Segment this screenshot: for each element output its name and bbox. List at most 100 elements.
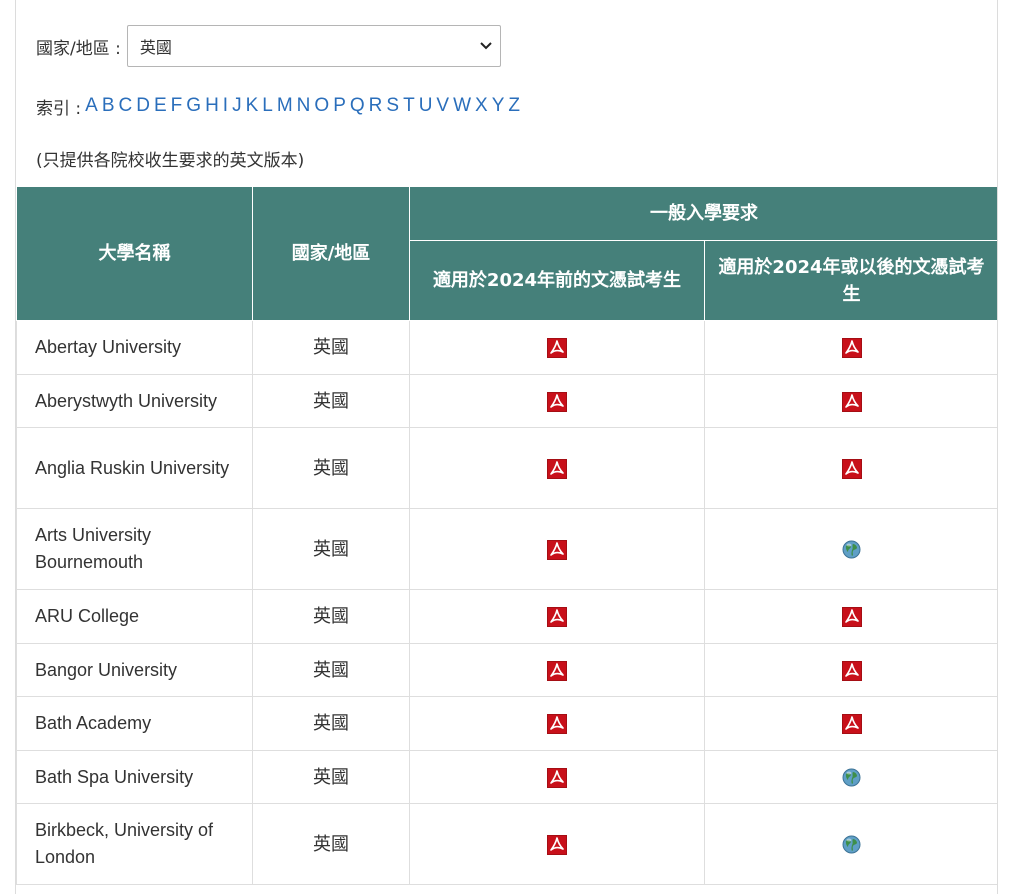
pdf-icon[interactable] <box>547 767 567 788</box>
requirement-before-2024 <box>409 803 705 885</box>
requirement-before-2024 <box>409 589 705 644</box>
pdf-icon[interactable] <box>547 458 567 479</box>
header-country: 國家/地區 <box>252 186 410 321</box>
requirement-from-2024 <box>704 750 997 804</box>
index-letter-link[interactable]: O <box>314 95 329 117</box>
country-select-value: 英國 <box>139 38 172 57</box>
index-letter-link[interactable]: U <box>419 95 433 117</box>
index-letter-link[interactable]: V <box>436 95 449 117</box>
index-letter-link[interactable]: T <box>403 95 415 117</box>
university-name: Bangor University <box>16 643 253 697</box>
index-letter-link[interactable]: Z <box>508 95 520 117</box>
header-university-name: 大學名稱 <box>16 186 253 321</box>
university-country: 英國 <box>252 374 410 428</box>
index-letter-link[interactable]: Q <box>350 95 365 117</box>
university-country: 英國 <box>252 508 410 590</box>
requirement-before-2024 <box>409 696 705 751</box>
requirement-from-2024 <box>704 427 997 509</box>
university-name: Bath Academy <box>16 696 253 751</box>
pdf-icon[interactable] <box>841 714 862 735</box>
globe-icon[interactable] <box>842 540 861 559</box>
university-name: Abertay University <box>16 320 253 375</box>
university-country: 英國 <box>252 427 410 509</box>
pdf-icon[interactable] <box>841 391 862 412</box>
index-letter-link[interactable]: D <box>136 95 150 117</box>
requirement-before-2024 <box>409 643 705 697</box>
index-letter-link[interactable]: B <box>102 95 115 117</box>
index-letter-link[interactable]: J <box>232 95 242 117</box>
pdf-icon[interactable] <box>547 834 567 855</box>
pdf-icon[interactable] <box>841 607 862 628</box>
index-letter-link[interactable]: X <box>475 95 488 117</box>
index-letter-link[interactable]: K <box>246 95 259 117</box>
pdf-icon[interactable] <box>547 539 567 560</box>
university-country: 英國 <box>252 803 410 885</box>
requirement-from-2024 <box>704 374 997 428</box>
chevron-down-icon <box>480 42 492 50</box>
country-filter-label: 國家/地區 : <box>36 38 121 59</box>
requirement-from-2024 <box>704 803 997 885</box>
globe-icon[interactable] <box>842 835 861 854</box>
requirement-from-2024 <box>704 589 997 644</box>
table-row: Anglia Ruskin University 英國 <box>16 427 997 509</box>
index-letter-link[interactable]: S <box>386 95 399 117</box>
table-row: Arts University Bournemouth 英國 <box>16 508 997 590</box>
table-row: ARU College 英國 <box>16 589 997 644</box>
requirement-before-2024 <box>409 750 705 804</box>
pdf-icon[interactable] <box>547 660 567 681</box>
header-from-2024: 適用於2024年或以後的文憑試考生 <box>704 240 997 321</box>
index-letter-link[interactable]: Y <box>492 95 505 117</box>
index-letter-link[interactable]: A <box>85 95 98 117</box>
table-row: Bath Academy 英國 <box>16 696 997 751</box>
requirement-from-2024 <box>704 696 997 751</box>
country-filter: 國家/地區 : 英國 <box>36 25 501 67</box>
index-letter-link[interactable]: G <box>186 95 201 117</box>
header-before-2024: 適用於2024年前的文憑試考生 <box>409 240 705 321</box>
pdf-icon[interactable] <box>547 338 567 359</box>
index-letter-link[interactable]: C <box>119 95 133 117</box>
university-country: 英國 <box>252 696 410 751</box>
alphabet-index: 索引 : ABCDEFGHIJKLMNOPQRSTUVWXYZ <box>36 92 524 120</box>
pdf-icon[interactable] <box>547 607 567 628</box>
table-row: Bath Spa University 英國 <box>16 750 997 804</box>
index-letter-link[interactable]: I <box>223 95 228 117</box>
index-letter-link[interactable]: P <box>333 95 346 117</box>
pdf-icon[interactable] <box>841 458 862 479</box>
index-letter-link[interactable]: M <box>277 95 293 117</box>
requirement-before-2024 <box>409 374 705 428</box>
university-name: Arts University Bournemouth <box>16 508 253 590</box>
index-letter-link[interactable]: N <box>297 95 311 117</box>
requirement-before-2024 <box>409 508 705 590</box>
index-letter-link[interactable]: H <box>205 95 219 117</box>
requirement-before-2024 <box>409 427 705 509</box>
university-name: Anglia Ruskin University <box>16 427 253 509</box>
pdf-icon[interactable] <box>547 391 567 412</box>
pdf-icon[interactable] <box>841 660 862 681</box>
university-country: 英國 <box>252 750 410 804</box>
index-letter-link[interactable]: L <box>262 95 273 117</box>
university-name: ARU College <box>16 589 253 644</box>
globe-icon[interactable] <box>842 768 861 787</box>
table-row: Aberystwyth University 英國 <box>16 374 997 428</box>
alphabet-index-label: 索引 : <box>36 98 82 119</box>
requirement-before-2024 <box>409 320 705 375</box>
university-table: 大學名稱 國家/地區 一般入學要求 適用於2024年前的文憑試考生 適用於202… <box>16 186 997 885</box>
header-general-requirements: 一般入學要求 <box>409 186 997 241</box>
table-row: Abertay University 英國 <box>16 320 997 375</box>
index-letter-link[interactable]: W <box>453 95 471 117</box>
alphabet-index-letters: ABCDEFGHIJKLMNOPQRSTUVWXYZ <box>85 95 524 117</box>
index-letter-link[interactable]: F <box>171 95 183 117</box>
pdf-icon[interactable] <box>547 714 567 735</box>
requirement-from-2024 <box>704 320 997 375</box>
university-name: Aberystwyth University <box>16 374 253 428</box>
university-name: Bath Spa University <box>16 750 253 804</box>
index-letter-link[interactable]: E <box>154 95 167 117</box>
university-country: 英國 <box>252 320 410 375</box>
pdf-icon[interactable] <box>841 338 862 359</box>
requirement-from-2024 <box>704 508 997 590</box>
country-select[interactable]: 英國 <box>126 25 501 67</box>
english-version-note: (只提供各院校收生要求的英文版本) <box>36 151 305 171</box>
index-letter-link[interactable]: R <box>369 95 383 117</box>
requirement-from-2024 <box>704 643 997 697</box>
university-name: Birkbeck, University of London <box>16 803 253 885</box>
